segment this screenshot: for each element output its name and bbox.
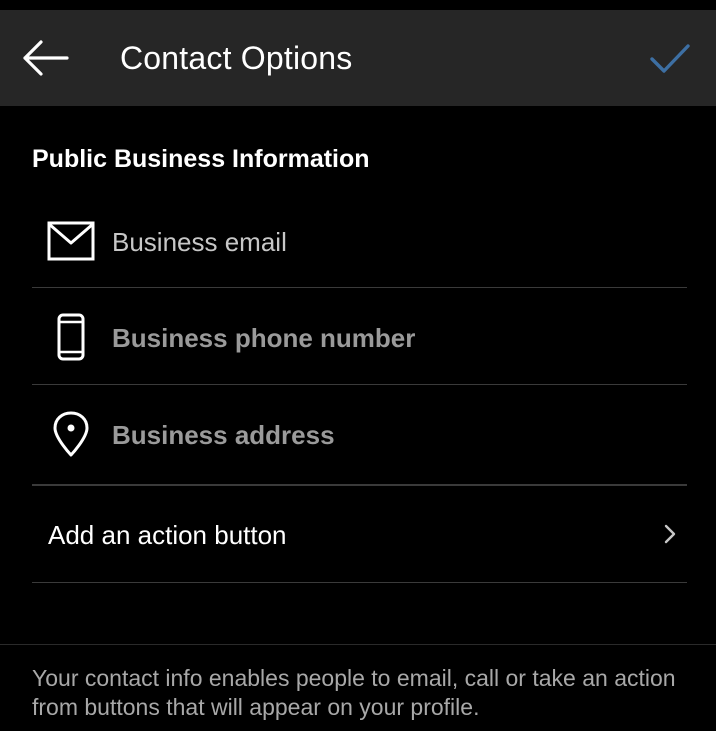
add-action-button-row[interactable]: Add an action button: [32, 486, 687, 583]
contact-info-note: Your contact info enables people to emai…: [32, 665, 676, 720]
section-heading: Public Business Information: [32, 145, 370, 173]
business-email-input[interactable]: [112, 220, 672, 264]
back-button[interactable]: [14, 32, 78, 84]
top-app-bar: Contact Options: [0, 10, 716, 106]
page-title: Contact Options: [120, 40, 353, 76]
status-bar: [0, 0, 716, 10]
business-address-row: [32, 385, 687, 486]
business-phone-row: [32, 288, 687, 385]
arrow-left-icon: [23, 40, 69, 76]
envelope-icon: [46, 216, 96, 266]
checkmark-icon: [650, 44, 690, 73]
business-email-row: [32, 192, 687, 288]
confirm-button[interactable]: [640, 32, 700, 86]
footer-divider: [0, 644, 716, 645]
location-pin-icon: [46, 409, 96, 459]
chevron-right-icon: [664, 524, 676, 544]
business-phone-input[interactable]: [112, 316, 672, 360]
add-action-button-label: Add an action button: [48, 520, 287, 550]
smartphone-icon: [46, 312, 96, 362]
business-address-input[interactable]: [112, 413, 672, 457]
